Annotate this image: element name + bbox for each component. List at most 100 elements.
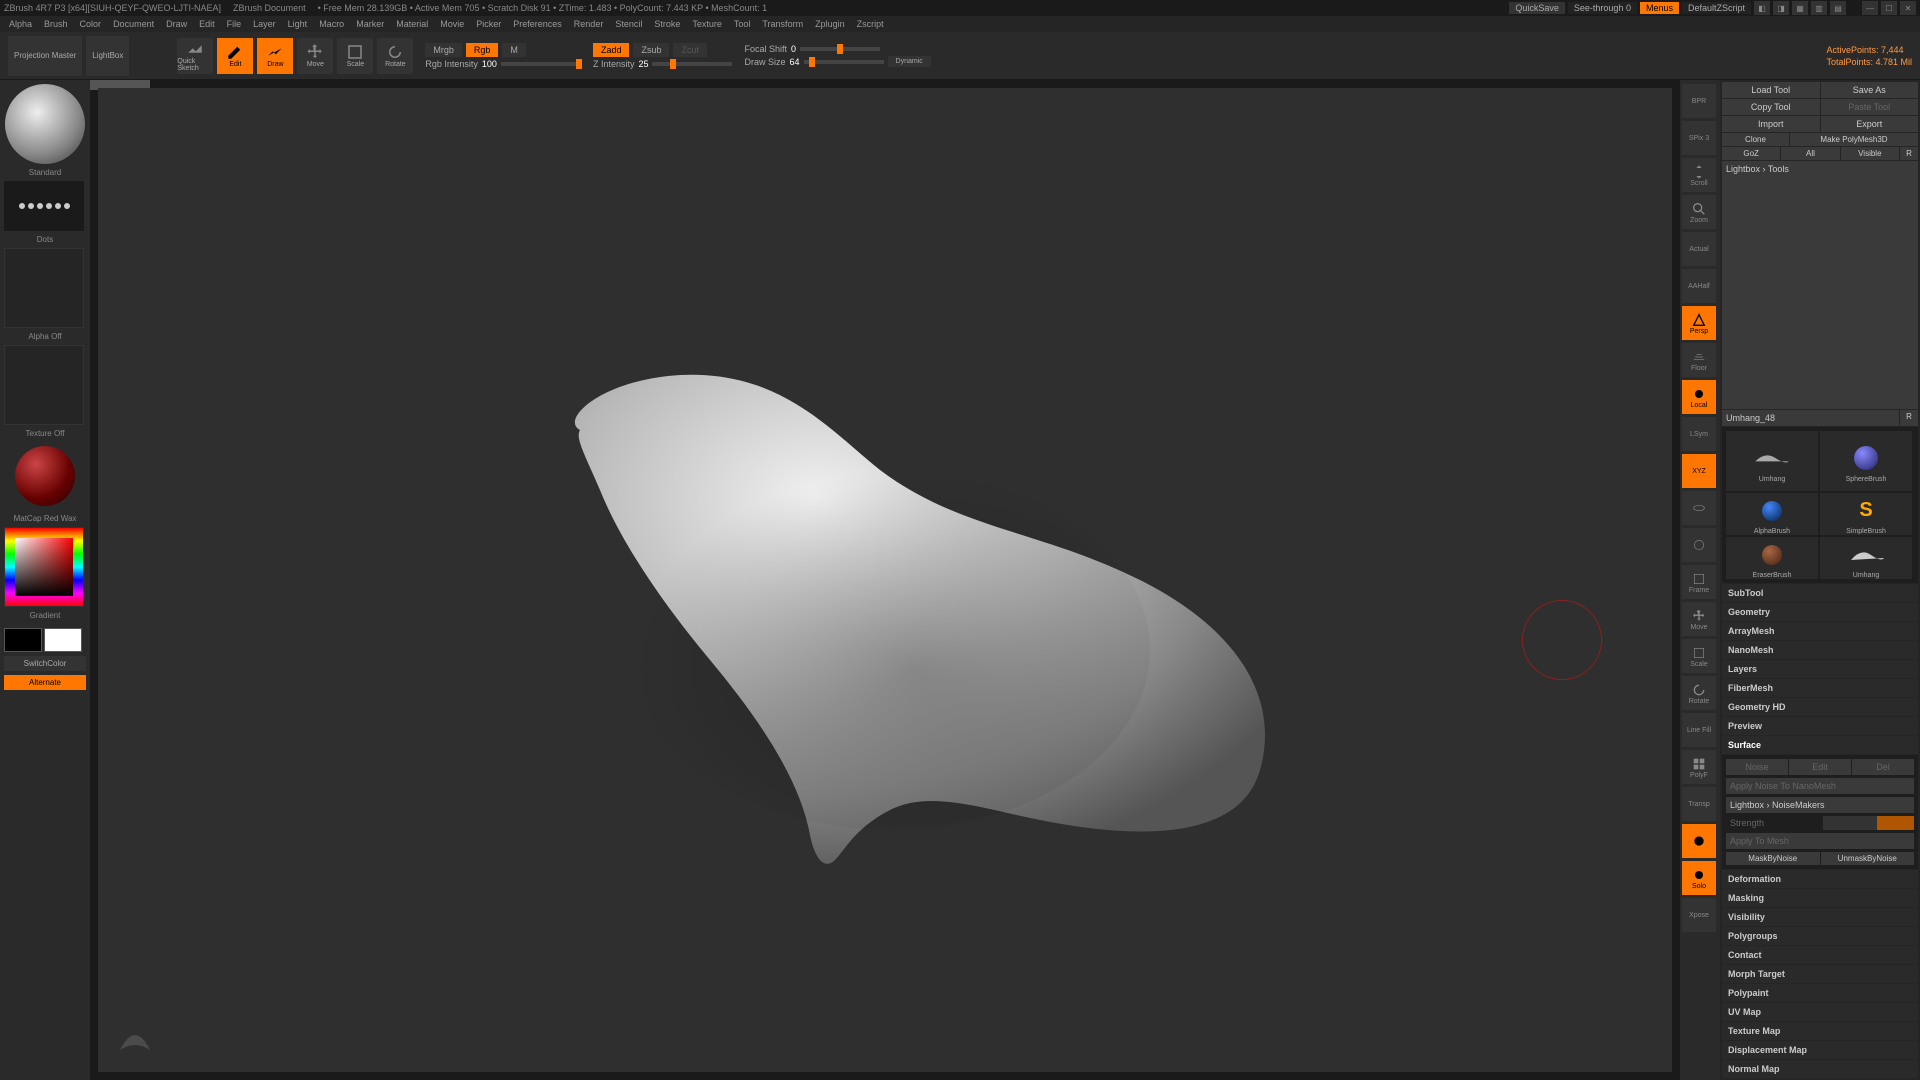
menu-item[interactable]: Edit bbox=[194, 19, 220, 29]
menu-item[interactable]: Stroke bbox=[649, 19, 685, 29]
gradient-label[interactable]: Gradient bbox=[4, 611, 86, 620]
rotate-mode-button[interactable]: Rotate bbox=[377, 38, 413, 74]
section-geometry[interactable]: Geometry bbox=[1722, 603, 1918, 621]
save-as-button[interactable]: Save As bbox=[1821, 82, 1919, 98]
apply-to-mesh-button[interactable]: Apply To Mesh bbox=[1726, 833, 1914, 849]
dynamic-toggle[interactable]: Dynamic bbox=[888, 56, 931, 67]
section-displacementmap[interactable]: Displacement Map bbox=[1722, 1041, 1918, 1059]
viewport[interactable] bbox=[98, 88, 1672, 1072]
lightbox-noisemakers-button[interactable]: Lightbox › NoiseMakers bbox=[1726, 797, 1914, 813]
tool-name[interactable]: Umhang_48 bbox=[1722, 410, 1899, 426]
close-icon[interactable]: ✕ bbox=[1900, 1, 1916, 15]
menu-item[interactable]: Zscript bbox=[852, 19, 889, 29]
projection-master-button[interactable]: Projection Master bbox=[8, 36, 82, 76]
menu-item[interactable]: Brush bbox=[39, 19, 73, 29]
section-subtool[interactable]: SubTool bbox=[1722, 584, 1918, 602]
goz-visible-button[interactable]: Visible bbox=[1841, 147, 1899, 160]
noise-button[interactable]: Noise bbox=[1726, 759, 1788, 775]
goz-button[interactable]: GoZ bbox=[1722, 147, 1780, 160]
color-swatch-main[interactable] bbox=[4, 628, 42, 652]
focal-shift-slider[interactable] bbox=[800, 47, 880, 51]
tool-thumb[interactable]: SphereBrush bbox=[1820, 431, 1912, 491]
solo-button[interactable]: Solo bbox=[1682, 861, 1716, 895]
menu-item[interactable]: Alpha bbox=[4, 19, 37, 29]
xpose-button[interactable]: Xpose bbox=[1682, 898, 1716, 932]
brush-preview[interactable] bbox=[5, 84, 85, 164]
lightbox-button[interactable]: LightBox bbox=[86, 36, 129, 76]
float-icon[interactable]: ◧ bbox=[1754, 1, 1770, 15]
load-tool-button[interactable]: Load Tool bbox=[1722, 82, 1820, 98]
tool-thumb[interactable]: EraserBrush bbox=[1726, 537, 1818, 579]
paste-tool-button[interactable]: Paste Tool bbox=[1821, 99, 1919, 115]
scale-button[interactable]: Scale bbox=[1682, 639, 1716, 673]
edit-mode-button[interactable]: Edit bbox=[217, 38, 253, 74]
bpr-button[interactable]: BPR bbox=[1682, 84, 1716, 118]
noise-edit-button[interactable]: Edit bbox=[1789, 759, 1851, 775]
seethrough-slider[interactable]: See-through 0 bbox=[1568, 2, 1637, 14]
floor-button[interactable]: Floor bbox=[1682, 343, 1716, 377]
move-mode-button[interactable]: Move bbox=[297, 38, 333, 74]
apply-noise-nanomesh-button[interactable]: Apply Noise To NanoMesh bbox=[1726, 778, 1914, 794]
zoom-button[interactable]: Zoom bbox=[1682, 195, 1716, 229]
zsub-button[interactable]: Zsub bbox=[633, 43, 669, 57]
material-preview[interactable] bbox=[4, 442, 86, 510]
rgb-button[interactable]: Rgb bbox=[466, 43, 499, 57]
default-script[interactable]: DefaultZScript bbox=[1682, 2, 1751, 14]
section-polypaint[interactable]: Polypaint bbox=[1722, 984, 1918, 1002]
menu-item[interactable]: Marker bbox=[351, 19, 389, 29]
menu-item[interactable]: Picker bbox=[471, 19, 506, 29]
aahalf-button[interactable]: AAHalf bbox=[1682, 269, 1716, 303]
menu-item[interactable]: Layer bbox=[248, 19, 281, 29]
rgb-intensity-slider[interactable] bbox=[501, 62, 581, 66]
tool-thumb[interactable]: AlphaBrush bbox=[1726, 493, 1818, 535]
spix-button[interactable]: SPix 3 bbox=[1682, 121, 1716, 155]
section-preview[interactable]: Preview bbox=[1722, 717, 1918, 735]
unmaskbynoise-button[interactable]: UnmaskByNoise bbox=[1821, 852, 1915, 865]
actual-button[interactable]: Actual bbox=[1682, 232, 1716, 266]
zadd-button[interactable]: Zadd bbox=[593, 43, 630, 57]
tool-thumb[interactable]: Umhang bbox=[1726, 431, 1818, 491]
menu-item[interactable]: Stencil bbox=[610, 19, 647, 29]
section-layers[interactable]: Layers bbox=[1722, 660, 1918, 678]
ghost-icon[interactable] bbox=[1682, 824, 1716, 858]
menus-toggle[interactable]: Menus bbox=[1640, 2, 1679, 14]
menu-item[interactable]: File bbox=[222, 19, 247, 29]
maskbynoise-button[interactable]: MaskByNoise bbox=[1726, 852, 1820, 865]
menu-item[interactable]: Draw bbox=[161, 19, 192, 29]
section-texturemap[interactable]: Texture Map bbox=[1722, 1022, 1918, 1040]
section-uvmap[interactable]: UV Map bbox=[1722, 1003, 1918, 1021]
stroke-preview[interactable] bbox=[4, 181, 84, 231]
menu-item[interactable]: Document bbox=[108, 19, 159, 29]
move-button[interactable]: Move bbox=[1682, 602, 1716, 636]
make-polymesh-button[interactable]: Make PolyMesh3D bbox=[1790, 133, 1918, 146]
lightbox-tools-button[interactable]: Lightbox › Tools bbox=[1722, 161, 1918, 409]
m-button[interactable]: M bbox=[502, 43, 526, 57]
section-polygroups[interactable]: Polygroups bbox=[1722, 927, 1918, 945]
export-button[interactable]: Export bbox=[1821, 116, 1919, 132]
quicksave-button[interactable]: QuickSave bbox=[1509, 2, 1565, 14]
draw-mode-button[interactable]: Draw bbox=[257, 38, 293, 74]
zcut-button[interactable]: Zcut bbox=[673, 43, 707, 57]
dock-icon[interactable]: ▤ bbox=[1830, 1, 1846, 15]
section-arraymesh[interactable]: ArrayMesh bbox=[1722, 622, 1918, 640]
lsym-button[interactable]: LSym bbox=[1682, 417, 1716, 451]
menu-item[interactable]: Movie bbox=[435, 19, 469, 29]
menu-item[interactable]: Light bbox=[283, 19, 313, 29]
section-deformation[interactable]: Deformation bbox=[1722, 870, 1918, 888]
draw-size-slider[interactable] bbox=[804, 60, 884, 64]
goz-all-button[interactable]: All bbox=[1781, 147, 1839, 160]
scroll-button[interactable]: Scroll bbox=[1682, 158, 1716, 192]
quicksketch-button[interactable]: Quick Sketch bbox=[177, 38, 213, 74]
section-normalmap[interactable]: Normal Map bbox=[1722, 1060, 1918, 1078]
section-contact[interactable]: Contact bbox=[1722, 946, 1918, 964]
color-swatch-secondary[interactable] bbox=[44, 628, 82, 652]
menu-item[interactable]: Tool bbox=[729, 19, 756, 29]
tool-thumb[interactable]: Umhang bbox=[1820, 537, 1912, 579]
goz-r-button[interactable]: R bbox=[1900, 147, 1918, 160]
menu-item[interactable]: Preferences bbox=[508, 19, 567, 29]
section-nanomesh[interactable]: NanoMesh bbox=[1722, 641, 1918, 659]
section-geometryhd[interactable]: Geometry HD bbox=[1722, 698, 1918, 716]
menu-item[interactable]: Render bbox=[569, 19, 609, 29]
local-button[interactable]: Local bbox=[1682, 380, 1716, 414]
alpha-slot[interactable] bbox=[4, 248, 84, 328]
